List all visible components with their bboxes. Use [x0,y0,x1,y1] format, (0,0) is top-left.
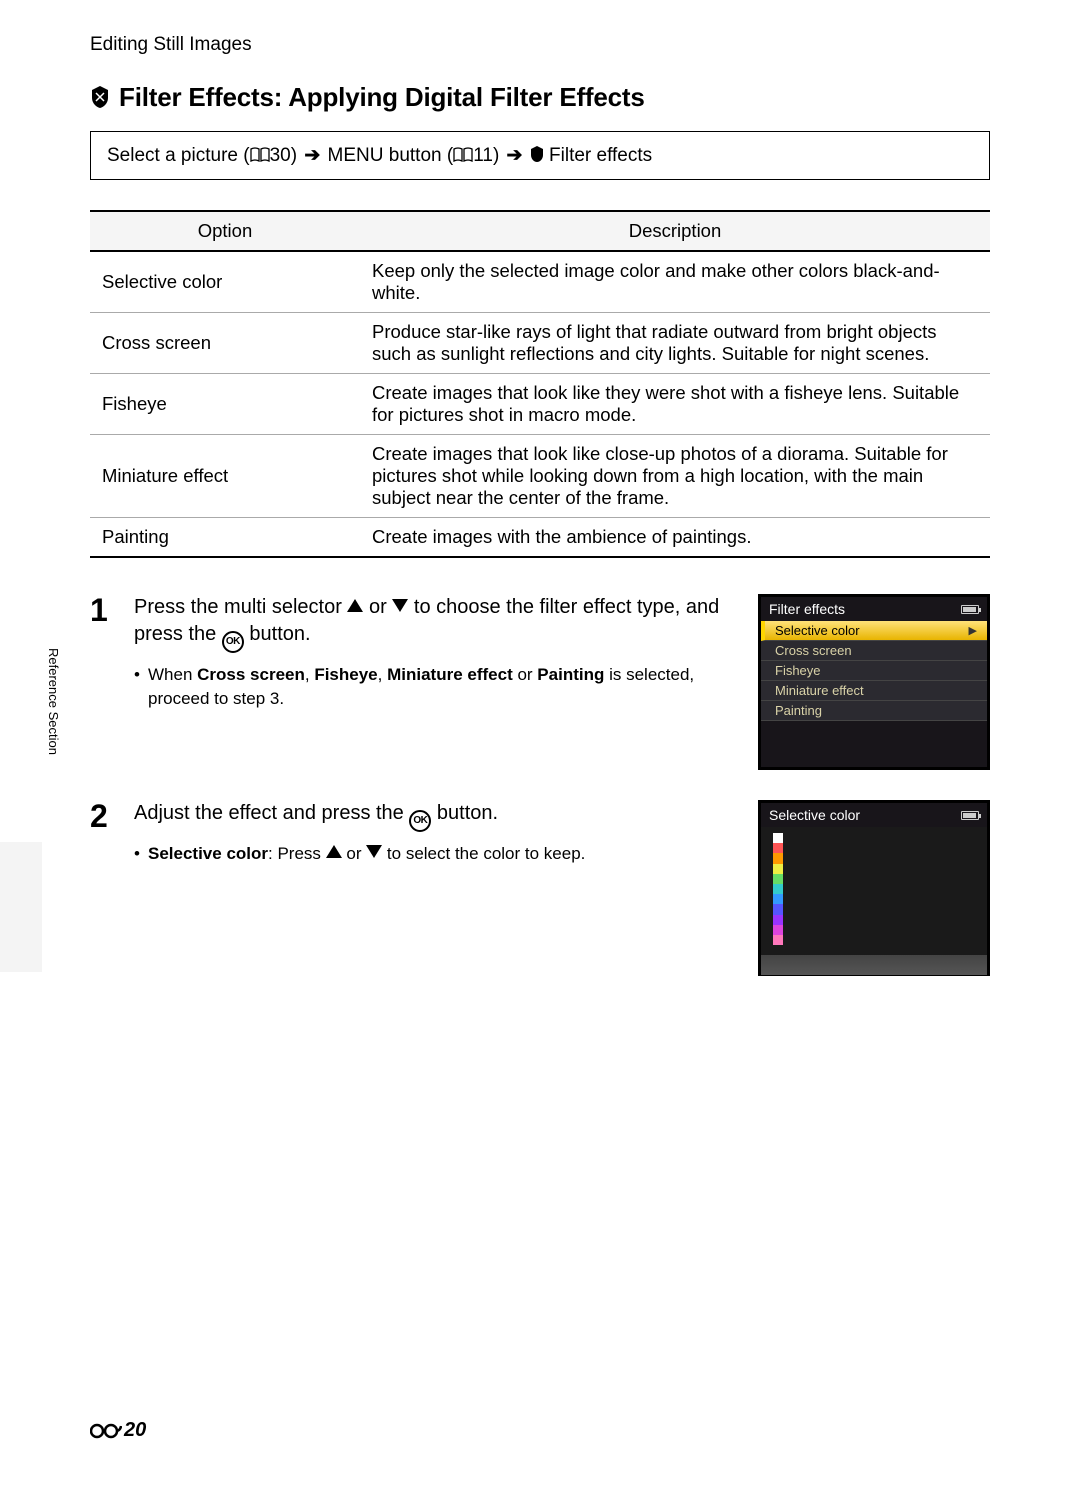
table-row: Selective colorKeep only the selected im… [90,251,990,313]
battery-icon [961,605,979,614]
ok-icon: OK [222,631,244,653]
side-tab-label: Reference Section [46,648,61,755]
lcd-filter-menu: Filter effects Selective color▶ Cross sc… [758,594,990,770]
battery-icon [961,811,979,820]
step-2: 2 Adjust the effect and press the OK but… [90,800,990,976]
retouch-icon [90,82,119,112]
color-slider [773,833,783,945]
reference-section-icon [90,1422,122,1440]
lcd-item: Fisheye [761,661,987,681]
navigation-path: Select a picture (30) ➔ MENU button (11)… [90,131,990,180]
arrow-icon: ➔ [304,145,320,166]
retouch-icon [530,145,544,166]
lcd-item: Painting [761,701,987,721]
down-icon [392,599,408,612]
table-row: Miniature effectCreate images that look … [90,435,990,518]
heading-text: Filter Effects: Applying Digital Filter … [119,82,645,112]
step-number: 2 [90,800,124,976]
table-row: PaintingCreate images with the ambience … [90,518,990,558]
step-title: Adjust the effect and press the OK butto… [134,800,736,832]
lcd-selective-color: Selective color [758,800,990,976]
chevron-right-icon: ▶ [969,624,977,637]
col-option: Option [90,211,360,251]
lcd-item: Miniature effect [761,681,987,701]
lcd-title: Selective color [769,807,860,823]
up-icon [347,599,363,612]
book-icon [453,145,473,166]
options-table: Option Description Selective colorKeep o… [90,210,990,558]
up-icon [326,845,342,858]
thumb-tab [0,842,42,972]
down-icon [366,845,382,858]
table-row: Cross screenProduce star-like rays of li… [90,313,990,374]
col-description: Description [360,211,990,251]
page-title: Filter Effects: Applying Digital Filter … [90,82,990,113]
step-note: When Cross screen, Fisheye, Miniature ef… [134,663,736,711]
ok-icon: OK [409,810,431,832]
breadcrumb: Editing Still Images [90,34,990,56]
arrow-icon: ➔ [507,145,523,166]
step-note: Selective color: Press or to select the … [134,842,736,866]
step-number: 1 [90,594,124,770]
book-icon [250,145,270,166]
lcd-item: Cross screen [761,641,987,661]
table-row: FisheyeCreate images that look like they… [90,374,990,435]
lcd-item-selected: Selective color▶ [761,621,987,641]
page-number: 20 [90,1419,146,1442]
step-title: Press the multi selector or to choose th… [134,594,736,653]
lcd-title: Filter effects [769,601,845,617]
step-1: 1 Press the multi selector or to choose … [90,594,990,770]
